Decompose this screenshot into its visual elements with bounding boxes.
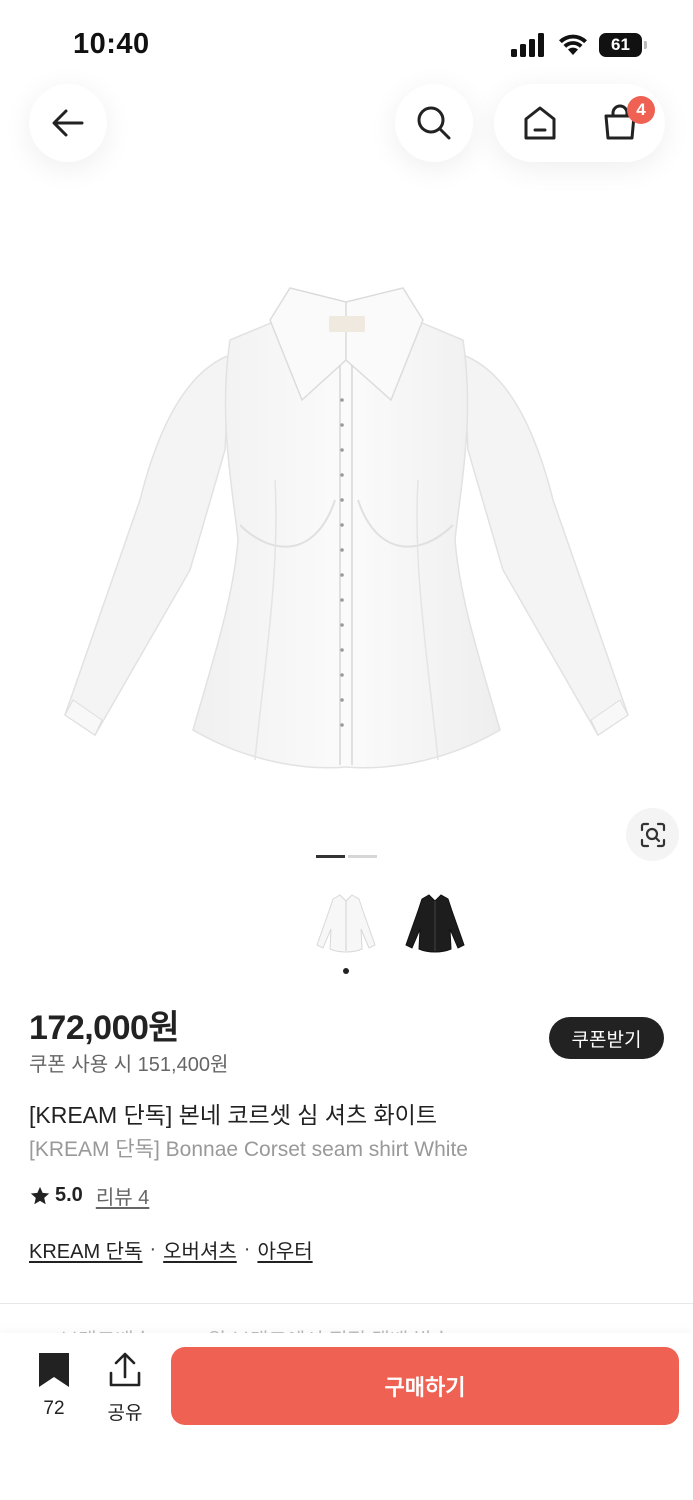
product-title: [KREAM 단독] 본네 코르셋 심 셔츠 화이트 <box>29 1102 437 1128</box>
bookmark-icon <box>39 1353 69 1387</box>
category-links: KREAM 단독 · 오버셔츠 · 아우터 <box>29 1235 313 1264</box>
white-shirt-thumbnail <box>316 894 376 953</box>
cart-count-badge: 4 <box>627 96 655 124</box>
star-icon <box>30 1186 50 1204</box>
category-separator: · <box>149 1238 157 1260</box>
search-icon <box>417 106 451 140</box>
wifi-icon <box>559 34 587 55</box>
category-link-overshirt[interactable]: 오버셔츠 <box>163 1235 237 1264</box>
battery-icon: 61 <box>599 33 647 57</box>
status-bar: 10:40 61 <box>0 0 693 80</box>
gallery-indicator-active <box>316 855 345 858</box>
rating-row: 5.0 리뷰 4 <box>29 1181 149 1210</box>
black-shirt-thumbnail <box>405 894 465 953</box>
home-icon <box>524 106 556 140</box>
category-link-kream-exclusive[interactable]: KREAM 단독 <box>29 1235 142 1264</box>
get-coupon-button[interactable]: 쿠폰받기 <box>549 1017 664 1059</box>
coupon-price: 쿠폰 사용 시 151,400원 <box>29 1054 229 1076</box>
option-black-thumbnail[interactable] <box>395 883 475 963</box>
buy-button[interactable]: 구매하기 <box>171 1347 679 1425</box>
product-title-english: [KREAM 단독] Bonnae Corset seam shirt Whit… <box>29 1138 468 1161</box>
status-time: 10:40 <box>73 28 150 60</box>
section-divider <box>0 1303 693 1304</box>
battery-level: 61 <box>599 33 642 57</box>
product-image[interactable] <box>40 270 653 780</box>
bookmark-count: 72 <box>43 1398 65 1419</box>
status-icons: 61 <box>511 33 647 57</box>
back-button[interactable] <box>29 84 107 162</box>
selected-option-dot <box>343 968 349 974</box>
category-link-outer[interactable]: 아우터 <box>257 1235 312 1264</box>
category-separator: · <box>243 1238 251 1260</box>
bookmark-button[interactable]: 72 <box>28 1351 80 1420</box>
home-button[interactable] <box>508 84 572 162</box>
share-label: 공유 <box>107 1403 143 1424</box>
rating-value: 5.0 <box>55 1184 83 1206</box>
review-link[interactable]: 리뷰 4 <box>96 1181 149 1210</box>
option-white-thumbnail[interactable] <box>306 883 386 963</box>
share-button[interactable]: 공유 <box>100 1351 150 1425</box>
white-shirt-illustration <box>64 287 629 769</box>
image-search-icon <box>640 822 665 847</box>
share-icon <box>109 1352 141 1387</box>
bottom-action-bar: 72 공유 구매하기 <box>0 1333 693 1500</box>
gallery-indicator <box>348 855 377 858</box>
product-price: 172,000원 <box>29 1009 180 1047</box>
arrow-left-icon <box>52 109 84 137</box>
cellular-signal-icon <box>511 33 544 57</box>
search-button[interactable] <box>395 84 473 162</box>
image-search-button[interactable] <box>626 808 679 861</box>
